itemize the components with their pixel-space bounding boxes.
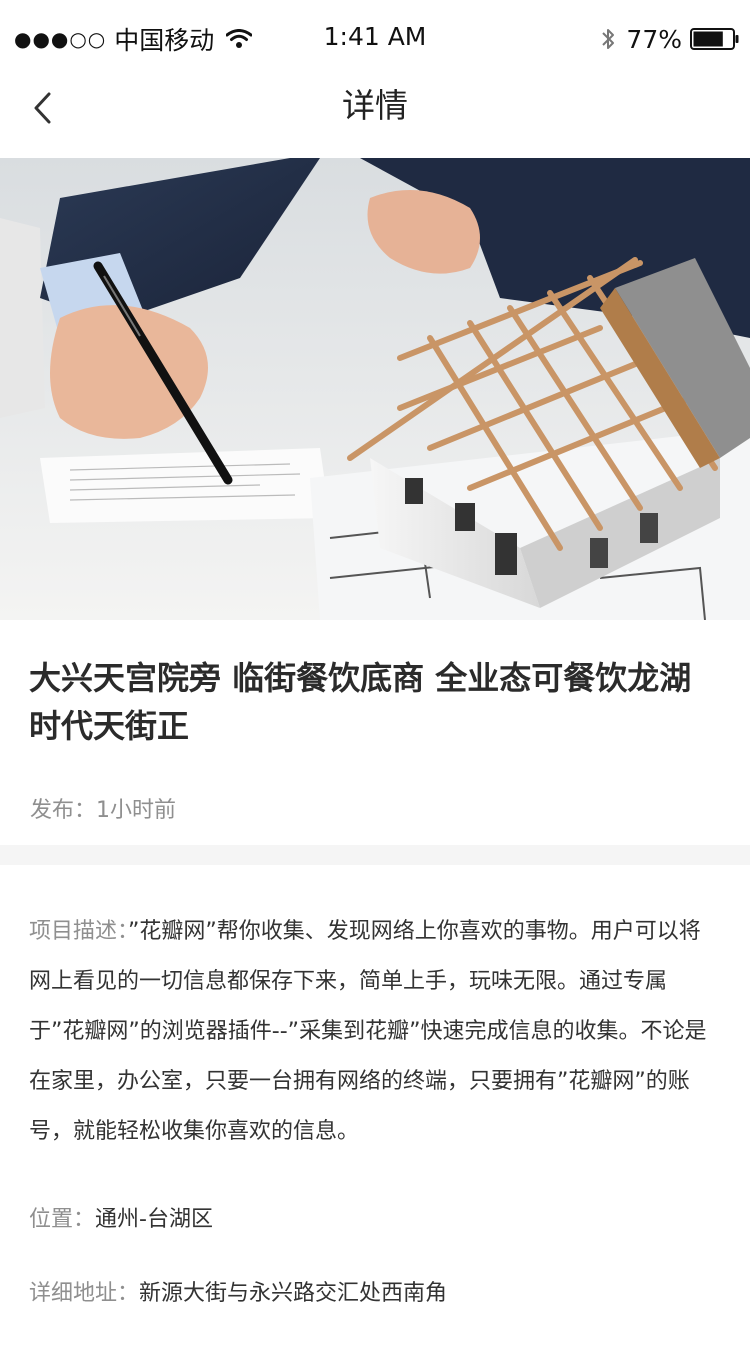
battery-percent: 77% [626,24,682,54]
location-row: 位置：通州-台湖区 [29,1201,213,1233]
details-section: 项目描述：”花瓣网”帮你收集、发现网络上你喜欢的事物。用户可以将网上看见的一切信… [0,865,750,1354]
publish-value: 1小时前 [96,798,177,823]
status-right: 77% [600,22,740,56]
nav-bar: 详情 [0,80,750,158]
location-value: 通州-台湖区 [95,1207,213,1232]
hero-image [0,158,750,620]
description-text: ”花瓣网”帮你收集、发现网络上你喜欢的事物。用户可以将网上看见的一切信息都保存下… [29,919,707,1144]
bluetooth-icon [600,26,616,52]
listing-title: 大兴天宫院旁 临街餐饮底商 全业态可餐饮龙湖时代天街正 [29,659,692,745]
listing-header: 大兴天宫院旁 临街餐饮底商 全业态可餐饮龙湖时代天街正 发布：1小时前 [0,620,750,845]
page-title: 详情 [342,86,408,125]
section-divider [0,845,750,865]
address-value: 新源大街与永兴路交汇处西南角 [139,1281,448,1306]
location-label: 位置： [29,1207,96,1232]
battery-fill [693,31,723,47]
status-bar: ●●●○○ 中国移动 1:41 AM 77% [0,0,750,80]
publish-time: 发布：1小时前 [30,792,176,824]
project-description: 项目描述：”花瓣网”帮你收集、发现网络上你喜欢的事物。用户可以将网上看见的一切信… [29,907,719,1157]
description-label: 项目描述： [29,919,129,944]
battery-icon [690,28,740,50]
address-row: 详细地址：新源大街与永兴路交汇处西南角 [29,1275,447,1307]
address-label: 详细地址： [29,1281,140,1306]
publish-label: 发布： [30,798,97,823]
